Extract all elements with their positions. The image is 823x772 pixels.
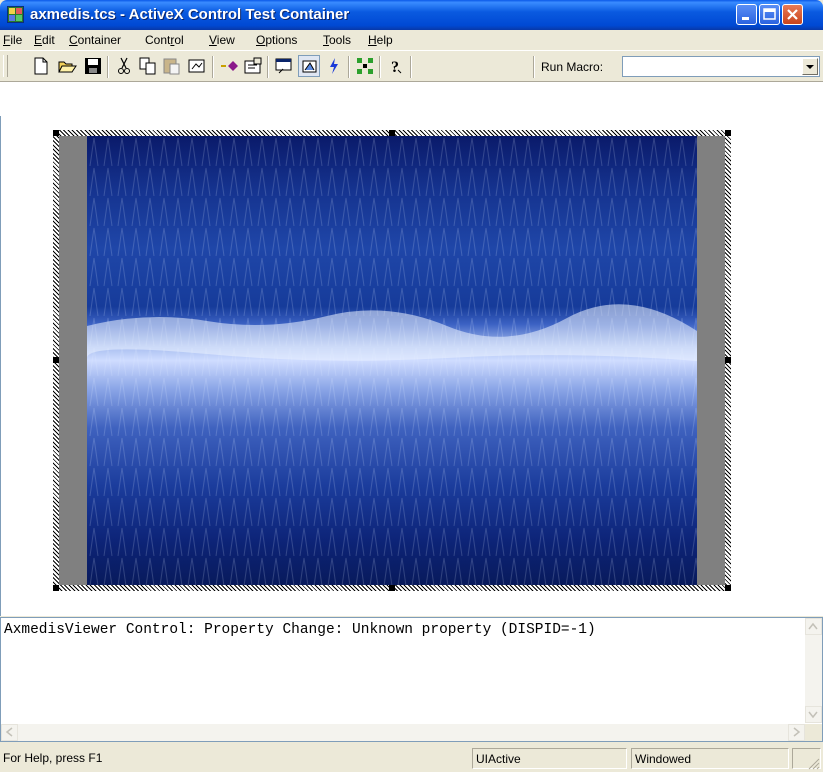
- resize-handle[interactable]: [389, 130, 395, 136]
- paste-special-icon: [188, 59, 205, 73]
- horizontal-scrollbar[interactable]: [1, 724, 805, 741]
- chevron-down-icon: [808, 711, 818, 719]
- toolbar-separator: [379, 56, 381, 78]
- menu-bar: File Edit Container Control View Options…: [0, 30, 823, 50]
- toolbar-separator: [348, 56, 350, 78]
- window-title: axmedis.tcs - ActiveX Control Test Conta…: [30, 6, 350, 23]
- toolbar: ? Run Macro:: [0, 50, 823, 82]
- properties-icon: [244, 57, 262, 74]
- resize-grip-icon[interactable]: [805, 755, 821, 771]
- close-icon: [787, 9, 798, 20]
- invoke-methods-button[interactable]: [273, 55, 295, 77]
- cut-button[interactable]: [113, 55, 135, 77]
- status-bar: For Help, press F1 UIActive Windowed: [0, 745, 823, 772]
- menu-control[interactable]: Control: [145, 33, 184, 47]
- status-mode: Windowed: [631, 748, 789, 769]
- forest-image-texture: [87, 136, 697, 585]
- menu-container[interactable]: Container: [69, 33, 121, 47]
- menu-view[interactable]: View: [209, 33, 235, 47]
- toolbar-grip[interactable]: [3, 55, 8, 77]
- forest-image: [87, 136, 697, 585]
- help-button[interactable]: ?: [385, 55, 407, 77]
- minimize-icon: [742, 17, 749, 20]
- menu-edit[interactable]: Edit: [34, 33, 55, 47]
- paste-special-button[interactable]: [186, 55, 208, 77]
- open-button[interactable]: [56, 55, 78, 77]
- toolbar-separator: [267, 56, 269, 78]
- resize-handle[interactable]: [725, 585, 731, 591]
- properties-button[interactable]: [242, 55, 264, 77]
- cut-icon: [118, 57, 130, 74]
- invoke-methods-icon: [275, 58, 292, 74]
- copy-icon: [139, 57, 156, 75]
- scroll-down-button[interactable]: [805, 706, 822, 723]
- maximize-button[interactable]: [759, 4, 780, 25]
- run-macro-dropdown[interactable]: [622, 56, 820, 77]
- run-macro-label: Run Macro:: [541, 60, 604, 74]
- output-line: AxmedisViewer Control: Property Change: …: [4, 622, 596, 638]
- resize-handle[interactable]: [725, 357, 731, 363]
- toolbar-separator: [533, 56, 535, 78]
- dropdown-arrow-button[interactable]: [802, 58, 818, 75]
- new-button[interactable]: [30, 55, 52, 77]
- network-icon: [357, 58, 373, 74]
- copy-button[interactable]: [137, 55, 159, 77]
- menu-tools[interactable]: Tools: [323, 33, 351, 47]
- paste-icon: [163, 58, 180, 75]
- close-button[interactable]: [782, 4, 803, 25]
- save-icon: [85, 58, 101, 74]
- toolbar-separator: [107, 56, 109, 78]
- menu-options[interactable]: Options: [256, 33, 297, 47]
- menu-file[interactable]: File: [3, 33, 22, 47]
- resize-handle[interactable]: [53, 357, 59, 363]
- help-icon: ?: [391, 59, 402, 76]
- events-button[interactable]: [323, 55, 345, 77]
- draw-meta-button[interactable]: [298, 55, 320, 77]
- scrollbar-corner: [805, 724, 822, 741]
- insert-control-icon: [221, 61, 238, 71]
- app-icon: [7, 6, 24, 23]
- resize-handle[interactable]: [53, 130, 59, 136]
- network-button[interactable]: [354, 55, 376, 77]
- toolbar-separator: [212, 56, 214, 78]
- chevron-left-icon: [5, 727, 13, 737]
- toolbar-separator: [410, 56, 412, 78]
- save-button[interactable]: [82, 55, 104, 77]
- new-icon: [34, 57, 48, 75]
- title-bar[interactable]: axmedis.tcs - ActiveX Control Test Conta…: [0, 0, 823, 30]
- events-icon: [330, 58, 338, 74]
- resize-handle[interactable]: [725, 130, 731, 136]
- vertical-scrollbar[interactable]: [805, 618, 822, 723]
- draw-meta-icon: [302, 60, 317, 73]
- scroll-up-button[interactable]: [805, 618, 822, 635]
- container-top-area: [0, 82, 823, 116]
- scroll-left-button[interactable]: [1, 724, 18, 741]
- open-icon: [58, 61, 77, 73]
- status-state: UIActive: [472, 748, 627, 769]
- status-help-text: For Help, press F1: [3, 751, 103, 765]
- paste-button[interactable]: [161, 55, 183, 77]
- insert-control-button[interactable]: [218, 55, 240, 77]
- scroll-right-button[interactable]: [788, 724, 805, 741]
- chevron-up-icon: [808, 622, 818, 630]
- chevron-down-icon: [806, 65, 814, 69]
- maximize-icon: [763, 8, 776, 20]
- chevron-right-icon: [793, 727, 801, 737]
- svg-text:?: ?: [391, 59, 399, 76]
- resize-handle[interactable]: [53, 585, 59, 591]
- minimize-button[interactable]: [736, 4, 757, 25]
- resize-handle[interactable]: [389, 585, 395, 591]
- menu-help[interactable]: Help: [368, 33, 393, 47]
